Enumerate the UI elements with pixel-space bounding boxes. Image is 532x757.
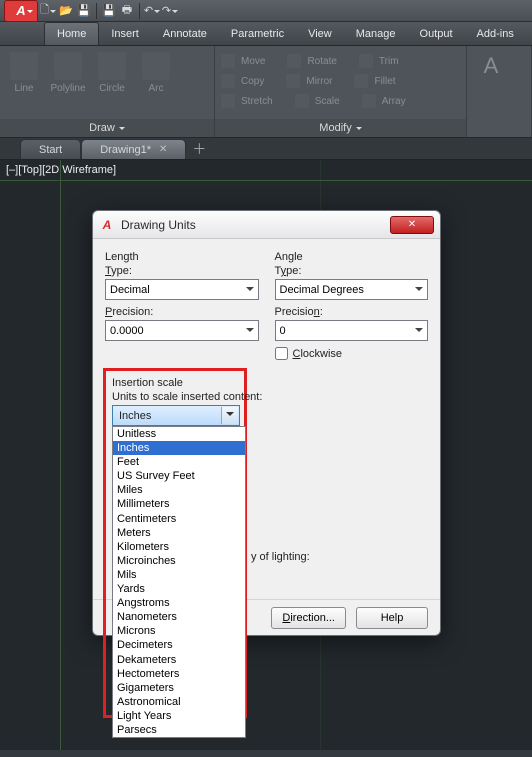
length-type-select[interactable]: Decimal <box>105 279 259 300</box>
tab-addins[interactable]: Add-ins <box>465 22 526 45</box>
unit-option[interactable]: Parsecs <box>113 723 245 737</box>
angle-type-label: Type: <box>275 265 429 277</box>
modify-array[interactable]: Array <box>362 94 406 108</box>
unit-option[interactable]: Millimeters <box>113 497 245 511</box>
qat-plot-icon[interactable]: 🖶 <box>119 3 135 19</box>
length-precision-select[interactable]: 0.0000 <box>105 320 259 341</box>
insertion-units-dropdown[interactable]: Unitless Inches Feet US Survey Feet Mile… <box>112 426 246 738</box>
length-type-label: Type: <box>105 265 259 277</box>
insertion-units-label: Units to scale inserted content: <box>112 391 238 403</box>
unit-option[interactable]: Light Years <box>113 709 245 723</box>
dialog-close-button[interactable]: ✕ <box>390 216 434 234</box>
unit-option[interactable]: Dekameters <box>113 653 245 667</box>
unit-option[interactable]: Mils <box>113 568 245 582</box>
modify-trim[interactable]: Trim <box>359 54 399 68</box>
dialog-titlebar[interactable]: A Drawing Units ✕ <box>93 211 440 239</box>
qat-new-icon[interactable]: 🗋 <box>40 3 56 19</box>
draw-polyline-button[interactable]: Polyline <box>50 52 86 94</box>
unit-option[interactable]: Microns <box>113 624 245 638</box>
panel-title-modify[interactable]: Modify <box>215 119 466 137</box>
chevron-down-icon[interactable] <box>221 407 238 424</box>
angle-type-select[interactable]: Decimal Degrees <box>275 279 429 300</box>
close-icon[interactable]: ✕ <box>159 144 167 155</box>
tab-home[interactable]: Home <box>44 22 99 45</box>
draw-line-button[interactable]: Line <box>6 52 42 94</box>
tab-parametric[interactable]: Parametric <box>219 22 296 45</box>
unit-option[interactable]: Yards <box>113 582 245 596</box>
draw-circle-button[interactable]: Circle <box>94 52 130 94</box>
angle-precision-select[interactable]: 0 <box>275 320 429 341</box>
modify-copy[interactable]: Copy <box>221 74 264 88</box>
length-group-label: Length <box>105 251 259 263</box>
ribbon: Line Polyline Circle Arc Draw Move Rotat… <box>0 46 532 138</box>
panel-title-draw[interactable]: Draw <box>0 119 214 137</box>
modify-stretch[interactable]: Stretch <box>221 94 273 108</box>
unit-option[interactable]: Miles <box>113 483 245 497</box>
tab-view[interactable]: View <box>296 22 344 45</box>
unit-option[interactable]: Gigameters <box>113 681 245 695</box>
unit-option[interactable]: Microinches <box>113 554 245 568</box>
doc-tab-start[interactable]: Start <box>20 139 81 159</box>
unit-option[interactable]: Centimeters <box>113 512 245 526</box>
modify-rotate[interactable]: Rotate <box>287 54 336 68</box>
annotate-text[interactable]: A <box>473 52 509 80</box>
direction-button[interactable]: Direction... <box>271 607 346 629</box>
clockwise-checkbox[interactable]: Clockwise <box>275 347 429 360</box>
qat-redo-icon[interactable]: ↷ <box>162 3 178 19</box>
tab-manage[interactable]: Manage <box>344 22 408 45</box>
tab-insert[interactable]: Insert <box>99 22 151 45</box>
help-button[interactable]: Help <box>356 607 428 629</box>
unit-option[interactable]: Angstroms <box>113 596 245 610</box>
modify-mirror[interactable]: Mirror <box>286 74 332 88</box>
qat-open-icon[interactable]: 📂 <box>58 3 74 19</box>
angle-group-label: Angle <box>275 251 429 263</box>
tab-annotate[interactable]: Annotate <box>151 22 219 45</box>
app-menu-button[interactable]: A <box>4 0 38 22</box>
drawing-canvas[interactable]: [–][Top][2D Wireframe] A Drawing Units ✕… <box>0 160 532 750</box>
ribbon-tabs: Home Insert Annotate Parametric View Man… <box>0 22 532 46</box>
insertion-scale-label: Insertion scale <box>112 377 238 389</box>
document-tabs: Start Drawing1*✕ ＋ <box>0 138 532 160</box>
lighting-label-partial: y of lighting: <box>251 551 310 563</box>
new-doc-tab-button[interactable]: ＋ <box>189 139 209 159</box>
qat-undo-icon[interactable]: ↶ <box>144 3 160 19</box>
tab-output[interactable]: Output <box>408 22 465 45</box>
modify-scale[interactable]: Scale <box>295 94 340 108</box>
unit-option[interactable]: Kilometers <box>113 540 245 554</box>
unit-option[interactable]: US Survey Feet <box>113 469 245 483</box>
unit-option[interactable]: Meters <box>113 526 245 540</box>
dialog-title: Drawing Units <box>121 218 196 232</box>
unit-option[interactable]: Decimeters <box>113 638 245 652</box>
doc-tab-drawing1[interactable]: Drawing1*✕ <box>81 139 186 159</box>
insertion-units-select[interactable]: Inches <box>112 405 240 426</box>
unit-option[interactable]: Astronomical <box>113 695 245 709</box>
unit-option[interactable]: Hectometers <box>113 667 245 681</box>
quick-access-toolbar: A 🗋 📂 💾 💾 🖶 ↶ ↷ <box>0 0 532 22</box>
draw-arc-button[interactable]: Arc <box>138 52 174 94</box>
modify-move[interactable]: Move <box>221 54 265 68</box>
unit-option[interactable]: Nanometers <box>113 610 245 624</box>
viewport-label[interactable]: [–][Top][2D Wireframe] <box>0 160 532 180</box>
angle-precision-label: Precision: <box>275 306 429 318</box>
app-logo-icon: A <box>99 217 115 233</box>
modify-fillet[interactable]: Fillet <box>354 74 395 88</box>
clockwise-input[interactable] <box>275 347 288 360</box>
insertion-scale-highlight: Insertion scale Units to scale inserted … <box>103 368 247 718</box>
drawing-units-dialog: A Drawing Units ✕ Length Type: Decimal P… <box>92 210 441 636</box>
qat-save-icon[interactable]: 💾 <box>76 3 92 19</box>
unit-option[interactable]: Unitless <box>113 427 245 441</box>
unit-option[interactable]: Inches <box>113 441 245 455</box>
length-precision-label: Precision: <box>105 306 259 318</box>
unit-option[interactable]: Feet <box>113 455 245 469</box>
qat-saveas-icon[interactable]: 💾 <box>101 3 117 19</box>
